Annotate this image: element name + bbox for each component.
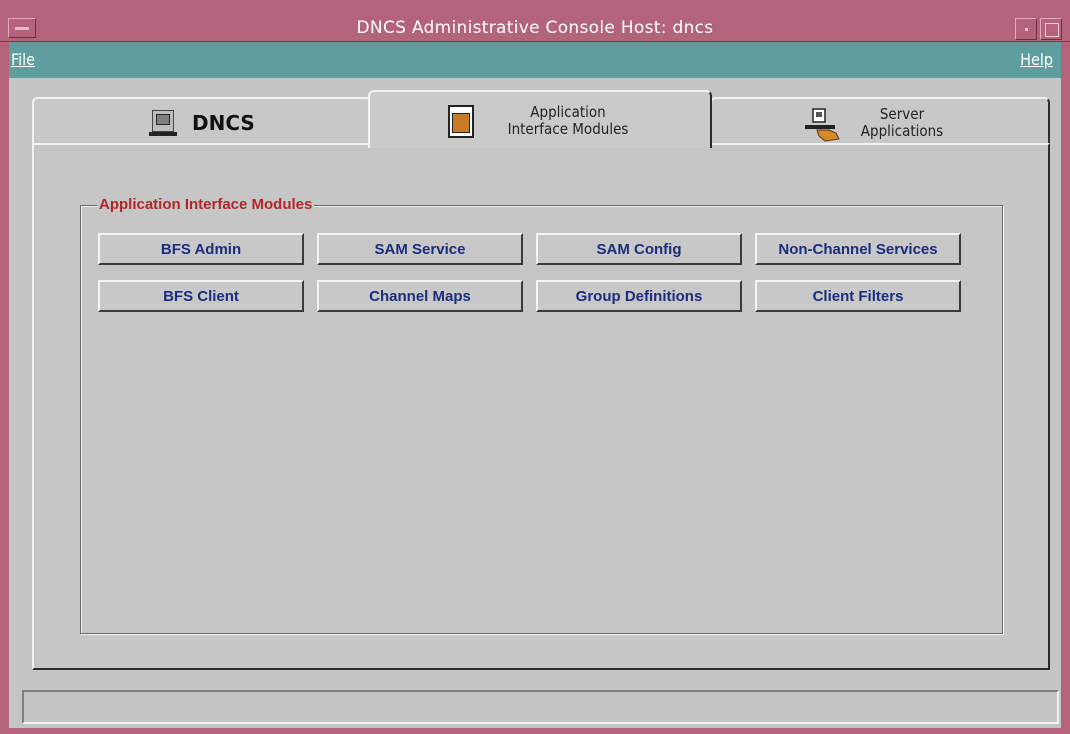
title-bar[interactable]: DNCS Administrative Console Host: dncs [0,0,1070,42]
sam-service-button[interactable]: SAM Service [317,233,523,265]
tab-dncs-label: DNCS [192,111,255,135]
client-filters-button[interactable]: Client Filters [755,280,961,312]
tab-server-label-line2: Applications [860,122,944,140]
file-menu[interactable]: File [11,50,35,69]
document-icon [448,105,474,138]
tab-server-applications[interactable]: Server Applications [710,97,1050,145]
tab-aim-label-line2: Interface Modules [507,120,629,138]
minimize-button[interactable] [1015,18,1037,40]
help-menu[interactable]: Help [1020,50,1053,69]
maximize-button[interactable] [1040,18,1062,40]
bfs-admin-button[interactable]: BFS Admin [98,233,304,265]
sam-config-button[interactable]: SAM Config [536,233,742,265]
help-menu-label: Help [1020,50,1053,69]
status-bar [22,690,1059,724]
tab-aim-label-line1: Application [530,103,606,121]
group-title: Application Interface Modules [97,196,315,213]
window-title: DNCS Administrative Console Host: dncs [356,18,714,38]
group-definitions-button[interactable]: Group Definitions [536,280,742,312]
bfs-client-button[interactable]: BFS Client [98,280,304,312]
file-menu-label: File [11,50,35,69]
monitor-icon [149,110,177,136]
non-channel-services-button[interactable]: Non-Channel Services [755,233,961,265]
menu-bar: File Help [9,42,1061,78]
tab-application-interface-modules[interactable]: Application Interface Modules [368,90,712,148]
channel-maps-button[interactable]: Channel Maps [317,280,523,312]
tab-server-label-line1: Server [879,105,925,123]
server-hand-icon [805,108,840,142]
tab-dncs[interactable]: DNCS [32,97,372,145]
group-box-application-interface-modules: Application Interface Modules [80,196,1003,634]
